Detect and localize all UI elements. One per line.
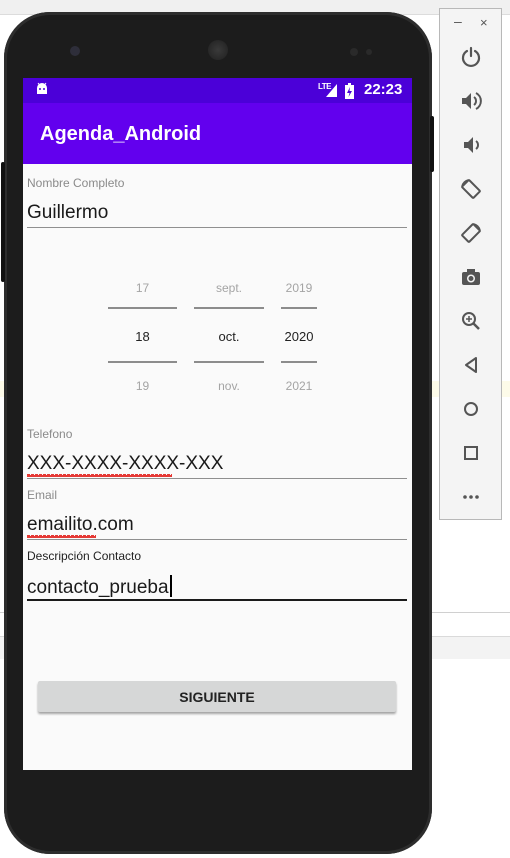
year-spinner[interactable]: 2019 2020 2021 [281, 277, 317, 397]
month-prev[interactable]: sept. [194, 281, 264, 295]
back-button[interactable] [456, 350, 486, 380]
email-input[interactable]: emailito.com [27, 514, 134, 536]
home-icon [464, 402, 478, 416]
day-divider-bottom [108, 361, 177, 363]
proximity-sensor [350, 48, 358, 56]
day-divider-top [108, 307, 177, 309]
screenshot-icon [462, 269, 480, 285]
description-field-label: Descripción Contacto [27, 549, 142, 563]
power-button[interactable] [456, 42, 486, 72]
more-button[interactable] [456, 482, 486, 512]
app-bar: Agenda_Android [23, 103, 412, 164]
emulator-phone-frame: LTE 22:23 Agenda_Android Nombre Completo… [1, 12, 434, 854]
rotate-right-button[interactable] [456, 218, 486, 248]
month-spinner[interactable]: sept. oct. nov. [194, 277, 264, 397]
month-divider-top [194, 307, 264, 309]
volume-down-button[interactable] [456, 130, 486, 160]
day-spinner[interactable]: 17 18 19 [108, 277, 177, 397]
day-next[interactable]: 19 [108, 379, 177, 393]
text-cursor [169, 575, 172, 597]
battery-charging-icon [345, 83, 354, 99]
name-input-underline [27, 227, 407, 228]
phone-spellcheck-underline [27, 474, 172, 477]
description-input[interactable]: contacto_prueba [27, 575, 172, 599]
year-divider-bottom [281, 361, 317, 363]
emulator-toolbar: – × [439, 8, 502, 520]
app-title: Agenda_Android [40, 123, 202, 145]
year-next[interactable]: 2021 [281, 379, 317, 393]
overview-button[interactable] [456, 438, 486, 468]
status-bar: LTE 22:23 [23, 78, 412, 103]
rotate-right-icon [461, 223, 481, 243]
name-input[interactable]: Guillermo [27, 202, 108, 224]
phone-side-button-left [1, 162, 5, 282]
earpiece-speaker [208, 40, 228, 60]
email-input-underline [27, 539, 407, 540]
email-field-label: Email [27, 488, 58, 502]
zoom-icon [462, 312, 480, 330]
day-prev[interactable]: 17 [108, 281, 177, 295]
rotate-left-button[interactable] [456, 174, 486, 204]
toolbar-window-controls: – × [440, 13, 501, 31]
android-debug-icon [37, 82, 47, 94]
light-sensor [366, 49, 372, 55]
minimize-button[interactable]: – [454, 13, 462, 29]
description-input-underline [27, 599, 407, 601]
month-selected[interactable]: oct. [194, 329, 264, 344]
home-button[interactable] [456, 394, 486, 424]
year-selected[interactable]: 2020 [281, 329, 317, 344]
device-screen: LTE 22:23 Agenda_Android Nombre Completo… [23, 78, 412, 770]
rotate-left-icon [461, 179, 481, 199]
month-next[interactable]: nov. [194, 379, 264, 393]
volume-down-icon [464, 137, 479, 153]
status-clock: 22:23 [364, 81, 403, 98]
description-input-text: contacto_prueba [27, 577, 169, 598]
phone-field-label: Telefono [27, 427, 73, 441]
zoom-button[interactable] [456, 306, 486, 336]
year-prev[interactable]: 2019 [281, 281, 317, 295]
phone-input[interactable]: XXX-XXXX-XXXX-XXX [27, 453, 223, 475]
phone-side-button-right [430, 116, 434, 172]
volume-up-icon [462, 92, 482, 110]
power-icon [461, 46, 481, 68]
more-icon [463, 495, 479, 499]
screenshot-button[interactable] [456, 262, 486, 292]
next-button[interactable]: SIGUIENTE [38, 681, 396, 712]
month-divider-bottom [194, 361, 264, 363]
close-button[interactable]: × [480, 15, 488, 30]
back-icon [465, 357, 477, 373]
signal-strength-icon [326, 84, 337, 97]
year-divider-top [281, 307, 317, 309]
volume-up-button[interactable] [456, 86, 486, 116]
name-field-label: Nombre Completo [27, 176, 125, 190]
phone-input-underline [27, 478, 407, 479]
overview-icon [464, 446, 478, 460]
day-selected[interactable]: 18 [108, 329, 177, 344]
front-camera [70, 46, 80, 56]
email-spellcheck-underline [27, 535, 96, 538]
